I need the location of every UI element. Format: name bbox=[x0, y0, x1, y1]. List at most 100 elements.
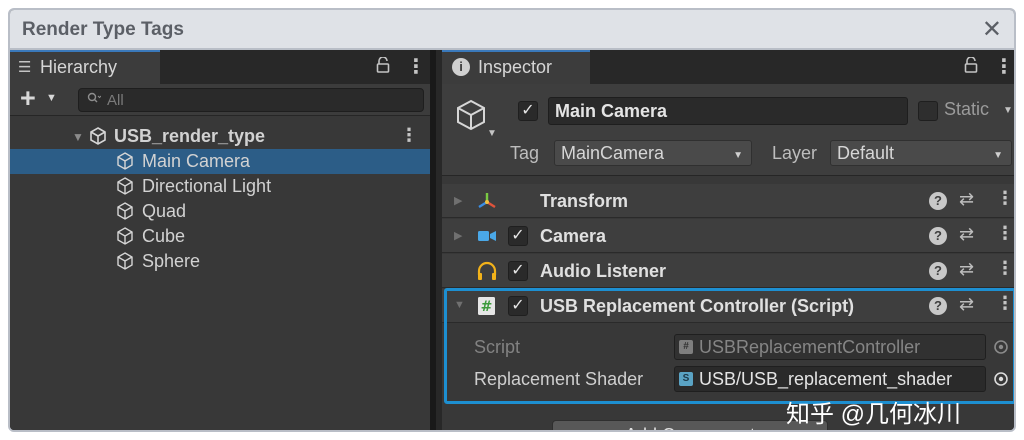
chevron-down-icon[interactable]: ▼ bbox=[1003, 105, 1013, 116]
transform-icon bbox=[476, 191, 498, 211]
component-usb-replacement-controller[interactable]: ▼ # ✓ USB Replacement Controller (Script… bbox=[442, 289, 1014, 323]
component-name: Transform bbox=[540, 191, 629, 211]
tab-label: Hierarchy bbox=[40, 57, 118, 77]
unity-scene-icon bbox=[88, 126, 108, 146]
component-name: Camera bbox=[540, 226, 607, 246]
kebab-menu-icon[interactable]: ⋮ bbox=[400, 125, 418, 146]
script-file-icon: # bbox=[679, 340, 693, 354]
close-icon[interactable]: ✕ bbox=[982, 15, 1002, 44]
script-icon: # bbox=[476, 296, 498, 316]
hierarchy-item-label: Sphere bbox=[142, 251, 201, 271]
chevron-down-icon[interactable]: ▼ bbox=[487, 128, 497, 139]
inspector-panel: i Inspector ⋮ ▼ ✓ Main Camera Static ▼ T… bbox=[442, 50, 1014, 430]
help-icon[interactable]: ? bbox=[929, 192, 947, 210]
info-icon: i bbox=[452, 58, 470, 76]
fold-arrow-icon[interactable]: ▶ bbox=[454, 194, 462, 207]
object-picker-icon bbox=[990, 336, 1012, 358]
kebab-menu-icon[interactable]: ⋮ bbox=[996, 258, 1014, 279]
hierarchy-item-label: Cube bbox=[142, 226, 186, 246]
gameobject-cube-icon bbox=[115, 151, 135, 171]
hierarchy-toolbar: + ▼ All bbox=[10, 83, 430, 116]
shader-value: USB/USB_replacement_shader bbox=[699, 369, 953, 389]
kebab-menu-icon[interactable]: ⋮ bbox=[406, 54, 426, 79]
component-transform[interactable]: ▶ Transform ? ⇄ ⋮ bbox=[442, 184, 1014, 218]
watermark-text: 知乎 @几何冰川 bbox=[786, 401, 962, 428]
lock-icon[interactable] bbox=[964, 56, 978, 78]
script-prop-label: Script bbox=[474, 337, 521, 357]
hierarchy-item[interactable]: Quad bbox=[10, 199, 430, 224]
preset-sliders-icon[interactable]: ⇄ bbox=[959, 294, 974, 315]
fold-arrow-icon[interactable]: ▶ bbox=[454, 229, 462, 242]
search-placeholder: All bbox=[107, 92, 124, 109]
hierarchy-item-label: Main Camera bbox=[142, 151, 251, 171]
help-icon[interactable]: ? bbox=[929, 227, 947, 245]
component-camera[interactable]: ▶ ✓ Camera ? ⇄ ⋮ bbox=[442, 219, 1014, 253]
script-object-field: # USBReplacementController bbox=[674, 334, 986, 360]
gameobject-header: ▼ ✓ Main Camera Static ▼ Tag MainCamera … bbox=[442, 84, 1014, 176]
help-icon[interactable]: ? bbox=[929, 262, 947, 280]
tag-value: MainCamera bbox=[561, 143, 665, 163]
tag-dropdown[interactable]: MainCamera ▼ bbox=[554, 140, 752, 166]
help-icon[interactable]: ? bbox=[929, 297, 947, 315]
script-value: USBReplacementController bbox=[699, 337, 921, 357]
kebab-menu-icon[interactable]: ⋮ bbox=[996, 293, 1014, 314]
gameobject-cube-icon bbox=[115, 251, 135, 271]
camera-icon bbox=[476, 226, 498, 246]
scene-name: USB_render_type bbox=[114, 126, 266, 146]
hierarchy-panel: ☰ Hierarchy ⋮ + ▼ All ▼ USB_render_type … bbox=[10, 50, 436, 430]
component-audio-listener[interactable]: ✓ Audio Listener ? ⇄ ⋮ bbox=[442, 254, 1014, 288]
preset-sliders-icon[interactable]: ⇄ bbox=[959, 224, 974, 245]
tab-inspector[interactable]: i Inspector bbox=[442, 50, 590, 84]
headphones-icon bbox=[476, 261, 498, 281]
title-bar: Render Type Tags ✕ bbox=[10, 10, 1014, 50]
svg-text:#: # bbox=[481, 299, 493, 315]
shader-object-field[interactable]: S USB/USB_replacement_shader bbox=[674, 366, 986, 392]
add-object-button[interactable]: + bbox=[20, 83, 36, 114]
component-enabled-checkbox[interactable]: ✓ bbox=[508, 296, 528, 316]
static-checkbox[interactable] bbox=[918, 101, 938, 121]
component-enabled-checkbox[interactable]: ✓ bbox=[508, 261, 528, 281]
kebab-menu-icon[interactable]: ⋮ bbox=[996, 188, 1014, 209]
hierarchy-item[interactable]: Sphere bbox=[10, 249, 430, 274]
expand-arrow-icon[interactable]: ▼ bbox=[72, 130, 84, 144]
layer-value: Default bbox=[837, 143, 895, 163]
lock-icon[interactable] bbox=[376, 56, 390, 78]
gameobject-name-field[interactable]: Main Camera bbox=[548, 97, 908, 125]
tab-hierarchy[interactable]: ☰ Hierarchy bbox=[10, 50, 160, 84]
window-title: Render Type Tags bbox=[22, 19, 184, 40]
list-icon: ☰ bbox=[18, 59, 32, 76]
static-label[interactable]: Static bbox=[944, 99, 989, 120]
kebab-menu-icon[interactable]: ⋮ bbox=[994, 54, 1014, 79]
search-icon bbox=[87, 92, 102, 107]
hierarchy-item[interactable]: Main Camera bbox=[10, 149, 430, 174]
object-picker-icon[interactable] bbox=[990, 368, 1012, 390]
hierarchy-item[interactable]: Directional Light bbox=[10, 174, 430, 199]
tag-label: Tag bbox=[510, 143, 540, 163]
editor-window: Render Type Tags ✕ ☰ Hierarchy ⋮ + ▼ All bbox=[8, 8, 1016, 432]
hierarchy-item-label: Quad bbox=[142, 201, 187, 221]
gameobject-cube-icon bbox=[115, 201, 135, 221]
hierarchy-tab-bar: ☰ Hierarchy ⋮ bbox=[10, 50, 430, 84]
gameobject-cube-icon bbox=[115, 226, 135, 246]
component-name: USB Replacement Controller (Script) bbox=[540, 296, 855, 316]
component-name: Audio Listener bbox=[540, 261, 667, 281]
chevron-down-icon: ▼ bbox=[993, 150, 1003, 161]
component-enabled-checkbox[interactable]: ✓ bbox=[508, 226, 528, 246]
kebab-menu-icon[interactable]: ⋮ bbox=[996, 223, 1014, 244]
shader-file-icon: S bbox=[679, 372, 693, 386]
inspector-tab-bar: i Inspector ⋮ bbox=[442, 50, 1014, 84]
fold-arrow-icon[interactable]: ▼ bbox=[454, 299, 465, 311]
preset-sliders-icon[interactable]: ⇄ bbox=[959, 259, 974, 280]
hierarchy-search-input[interactable]: All bbox=[78, 88, 424, 112]
active-checkbox[interactable]: ✓ bbox=[518, 101, 538, 121]
chevron-down-icon: ▼ bbox=[733, 150, 743, 161]
hierarchy-item-label: Directional Light bbox=[142, 176, 272, 196]
hierarchy-item[interactable]: Cube bbox=[10, 224, 430, 249]
layer-label: Layer bbox=[772, 143, 818, 163]
layer-dropdown[interactable]: Default ▼ bbox=[830, 140, 1012, 166]
gameobject-cube-icon[interactable] bbox=[454, 98, 488, 132]
preset-sliders-icon[interactable]: ⇄ bbox=[959, 189, 974, 210]
chevron-down-icon[interactable]: ▼ bbox=[46, 92, 57, 104]
shader-prop-label: Replacement Shader bbox=[474, 369, 644, 389]
scene-row[interactable]: ▼ USB_render_type ⋮ bbox=[10, 124, 430, 149]
